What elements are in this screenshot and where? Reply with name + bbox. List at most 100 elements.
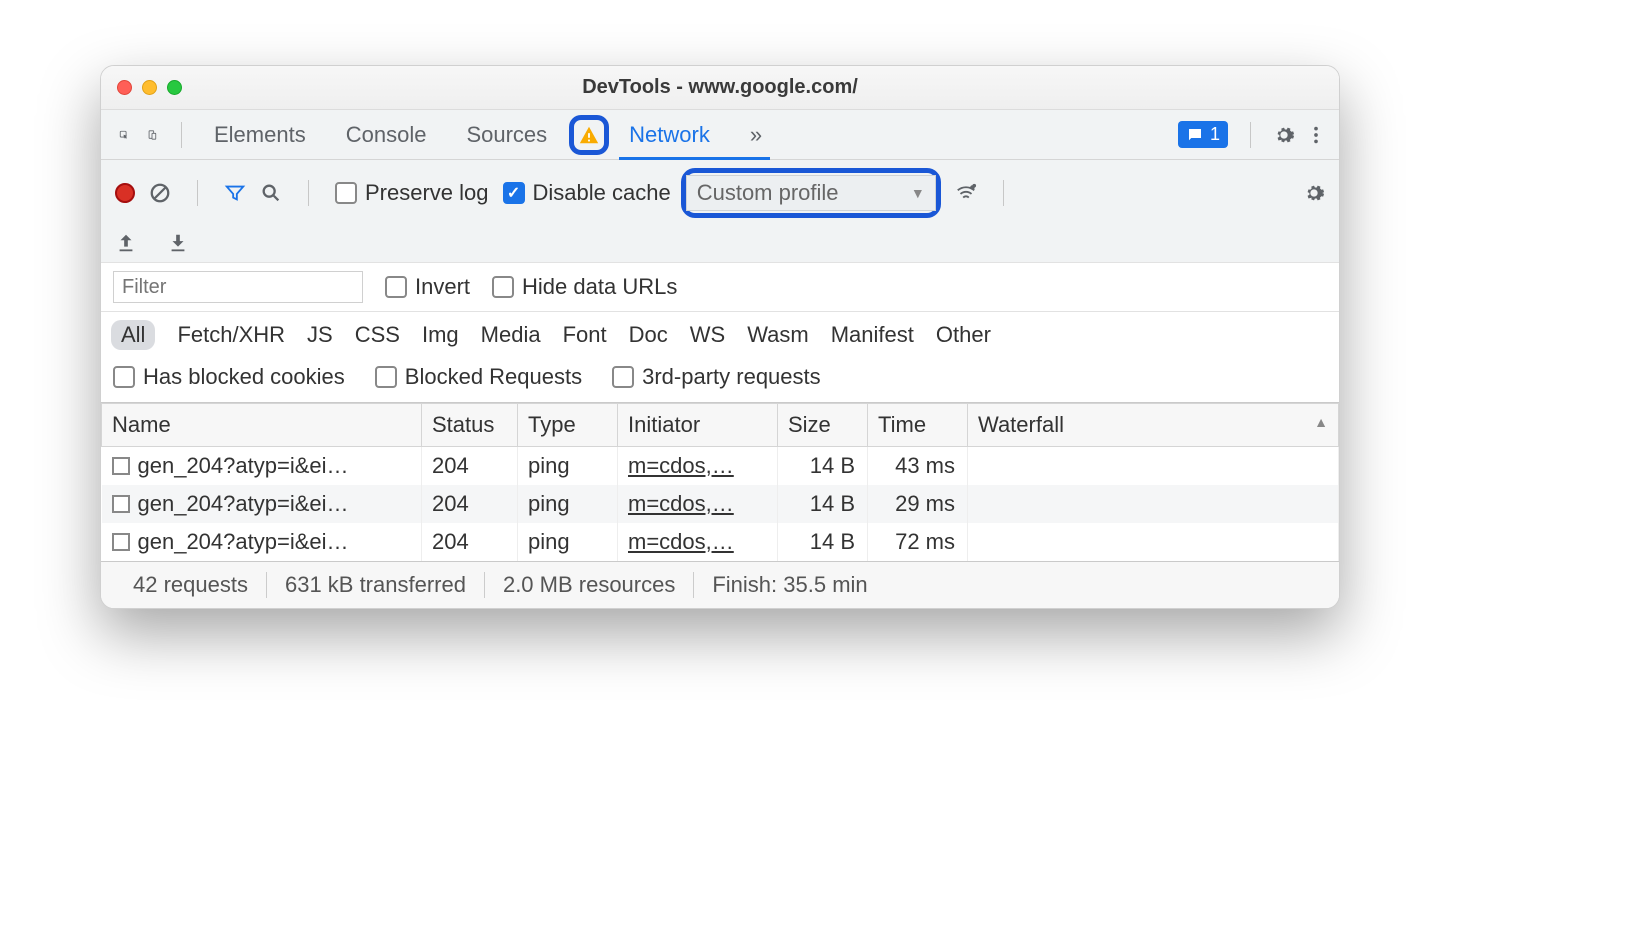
- network-toolbar: Preserve log Disable cache Custom profil…: [101, 160, 1339, 263]
- third-party-label: 3rd-party requests: [642, 364, 821, 390]
- filter-input[interactable]: [113, 271, 363, 303]
- status-resources: 2.0 MB resources: [484, 572, 693, 598]
- zoom-window-button[interactable]: [167, 80, 182, 95]
- requests-table: Name Status Type Initiator Size Time Wat…: [101, 403, 1339, 561]
- hide-data-urls-label: Hide data URLs: [522, 274, 677, 300]
- type-filter-media[interactable]: Media: [481, 322, 541, 348]
- blocked-cookies-checkbox[interactable]: Has blocked cookies: [113, 364, 345, 390]
- type-filter-doc[interactable]: Doc: [629, 322, 668, 348]
- cell-initiator[interactable]: m=cdos,…: [618, 447, 778, 486]
- chat-icon: [1186, 126, 1204, 144]
- filter-funnel-icon[interactable]: [224, 182, 246, 204]
- type-filter-other[interactable]: Other: [936, 322, 991, 348]
- settings-gear-icon[interactable]: [1273, 124, 1295, 146]
- issues-count: 1: [1210, 124, 1220, 145]
- download-har-icon[interactable]: [167, 232, 189, 254]
- tabs-overflow[interactable]: »: [730, 112, 782, 158]
- main-tabs: Elements Console Sources Network » 1: [101, 110, 1339, 160]
- type-filter-css[interactable]: CSS: [355, 322, 400, 348]
- blocked-cookies-label: Has blocked cookies: [143, 364, 345, 390]
- table-row[interactable]: gen_204?atyp=i&ei…204pingm=cdos,…14 B29 …: [102, 485, 1339, 523]
- cell-size: 14 B: [778, 523, 868, 561]
- blocked-requests-label: Blocked Requests: [405, 364, 582, 390]
- type-filter-js[interactable]: JS: [307, 322, 333, 348]
- separator: [181, 122, 182, 148]
- checkbox-icon: [385, 276, 407, 298]
- checkbox-icon: [375, 366, 397, 388]
- type-filter-img[interactable]: Img: [422, 322, 459, 348]
- cell-time: 43 ms: [868, 447, 968, 486]
- cell-waterfall: [968, 523, 1339, 561]
- dropdown-caret-icon: ▼: [911, 185, 925, 201]
- preserve-log-checkbox[interactable]: Preserve log: [335, 180, 489, 206]
- type-filter-all[interactable]: All: [111, 320, 155, 350]
- cell-waterfall: [968, 485, 1339, 523]
- type-filter-wasm[interactable]: Wasm: [747, 322, 809, 348]
- type-filter-ws[interactable]: WS: [690, 322, 725, 348]
- throttling-select[interactable]: Custom profile ▼: [686, 175, 936, 211]
- issues-badge[interactable]: 1: [1178, 121, 1228, 148]
- third-party-checkbox[interactable]: 3rd-party requests: [612, 364, 821, 390]
- cell-size: 14 B: [778, 447, 868, 486]
- upload-har-icon[interactable]: [115, 232, 137, 254]
- invert-label: Invert: [415, 274, 470, 300]
- kebab-menu-icon[interactable]: [1305, 124, 1327, 146]
- col-header-size[interactable]: Size: [778, 404, 868, 447]
- col-header-status[interactable]: Status: [422, 404, 518, 447]
- minimize-window-button[interactable]: [142, 80, 157, 95]
- blocked-requests-checkbox[interactable]: Blocked Requests: [375, 364, 582, 390]
- cell-size: 14 B: [778, 485, 868, 523]
- sort-asc-icon: ▲: [1314, 414, 1328, 430]
- search-icon[interactable]: [260, 182, 282, 204]
- separator: [1250, 122, 1251, 148]
- device-toggle-icon[interactable]: [141, 124, 163, 146]
- file-icon: [112, 457, 130, 475]
- inspect-icon[interactable]: [113, 124, 135, 146]
- table-row[interactable]: gen_204?atyp=i&ei…204pingm=cdos,…14 B43 …: [102, 447, 1339, 486]
- cell-initiator[interactable]: m=cdos,…: [618, 523, 778, 561]
- table-row[interactable]: gen_204?atyp=i&ei…204pingm=cdos,…14 B72 …: [102, 523, 1339, 561]
- tab-sources[interactable]: Sources: [446, 112, 567, 158]
- devtools-window: DevTools - www.google.com/ Elements Cons…: [100, 65, 1340, 609]
- cell-type: ping: [518, 485, 618, 523]
- titlebar: DevTools - www.google.com/: [101, 66, 1339, 110]
- clear-icon[interactable]: [149, 182, 171, 204]
- type-filter-font[interactable]: Font: [563, 322, 607, 348]
- col-header-type[interactable]: Type: [518, 404, 618, 447]
- checkbox-icon: [335, 182, 357, 204]
- network-settings-gear-icon[interactable]: [1303, 182, 1325, 204]
- disable-cache-checkbox[interactable]: Disable cache: [503, 180, 671, 206]
- separator: [197, 180, 198, 206]
- file-icon: [112, 533, 130, 551]
- col-header-waterfall[interactable]: Waterfall▲: [968, 404, 1339, 447]
- cell-type: ping: [518, 447, 618, 486]
- record-button[interactable]: [115, 183, 135, 203]
- throttling-value: Custom profile: [697, 180, 839, 206]
- col-header-initiator[interactable]: Initiator: [618, 404, 778, 447]
- status-requests: 42 requests: [115, 572, 266, 598]
- disable-cache-label: Disable cache: [533, 180, 671, 206]
- close-window-button[interactable]: [117, 80, 132, 95]
- type-filter-fetch[interactable]: Fetch/XHR: [177, 322, 285, 348]
- type-filter-manifest[interactable]: Manifest: [831, 322, 914, 348]
- tab-network[interactable]: Network: [609, 112, 730, 158]
- cell-status: 204: [422, 523, 518, 561]
- cell-status: 204: [422, 447, 518, 486]
- cell-initiator[interactable]: m=cdos,…: [618, 485, 778, 523]
- warning-icon: [578, 124, 600, 146]
- cell-name: gen_204?atyp=i&ei…: [102, 523, 422, 561]
- file-icon: [112, 495, 130, 513]
- cell-name: gen_204?atyp=i&ei…: [102, 447, 422, 486]
- checkbox-icon: [492, 276, 514, 298]
- status-bar: 42 requests 631 kB transferred 2.0 MB re…: [101, 561, 1339, 608]
- invert-checkbox[interactable]: Invert: [385, 274, 470, 300]
- separator: [1003, 180, 1004, 206]
- tab-console[interactable]: Console: [326, 112, 447, 158]
- hide-data-urls-checkbox[interactable]: Hide data URLs: [492, 274, 677, 300]
- preserve-log-label: Preserve log: [365, 180, 489, 206]
- col-header-name[interactable]: Name: [102, 404, 422, 447]
- network-conditions-icon[interactable]: [955, 182, 977, 204]
- warning-highlight: [569, 115, 609, 155]
- col-header-time[interactable]: Time: [868, 404, 968, 447]
- tab-elements[interactable]: Elements: [194, 112, 326, 158]
